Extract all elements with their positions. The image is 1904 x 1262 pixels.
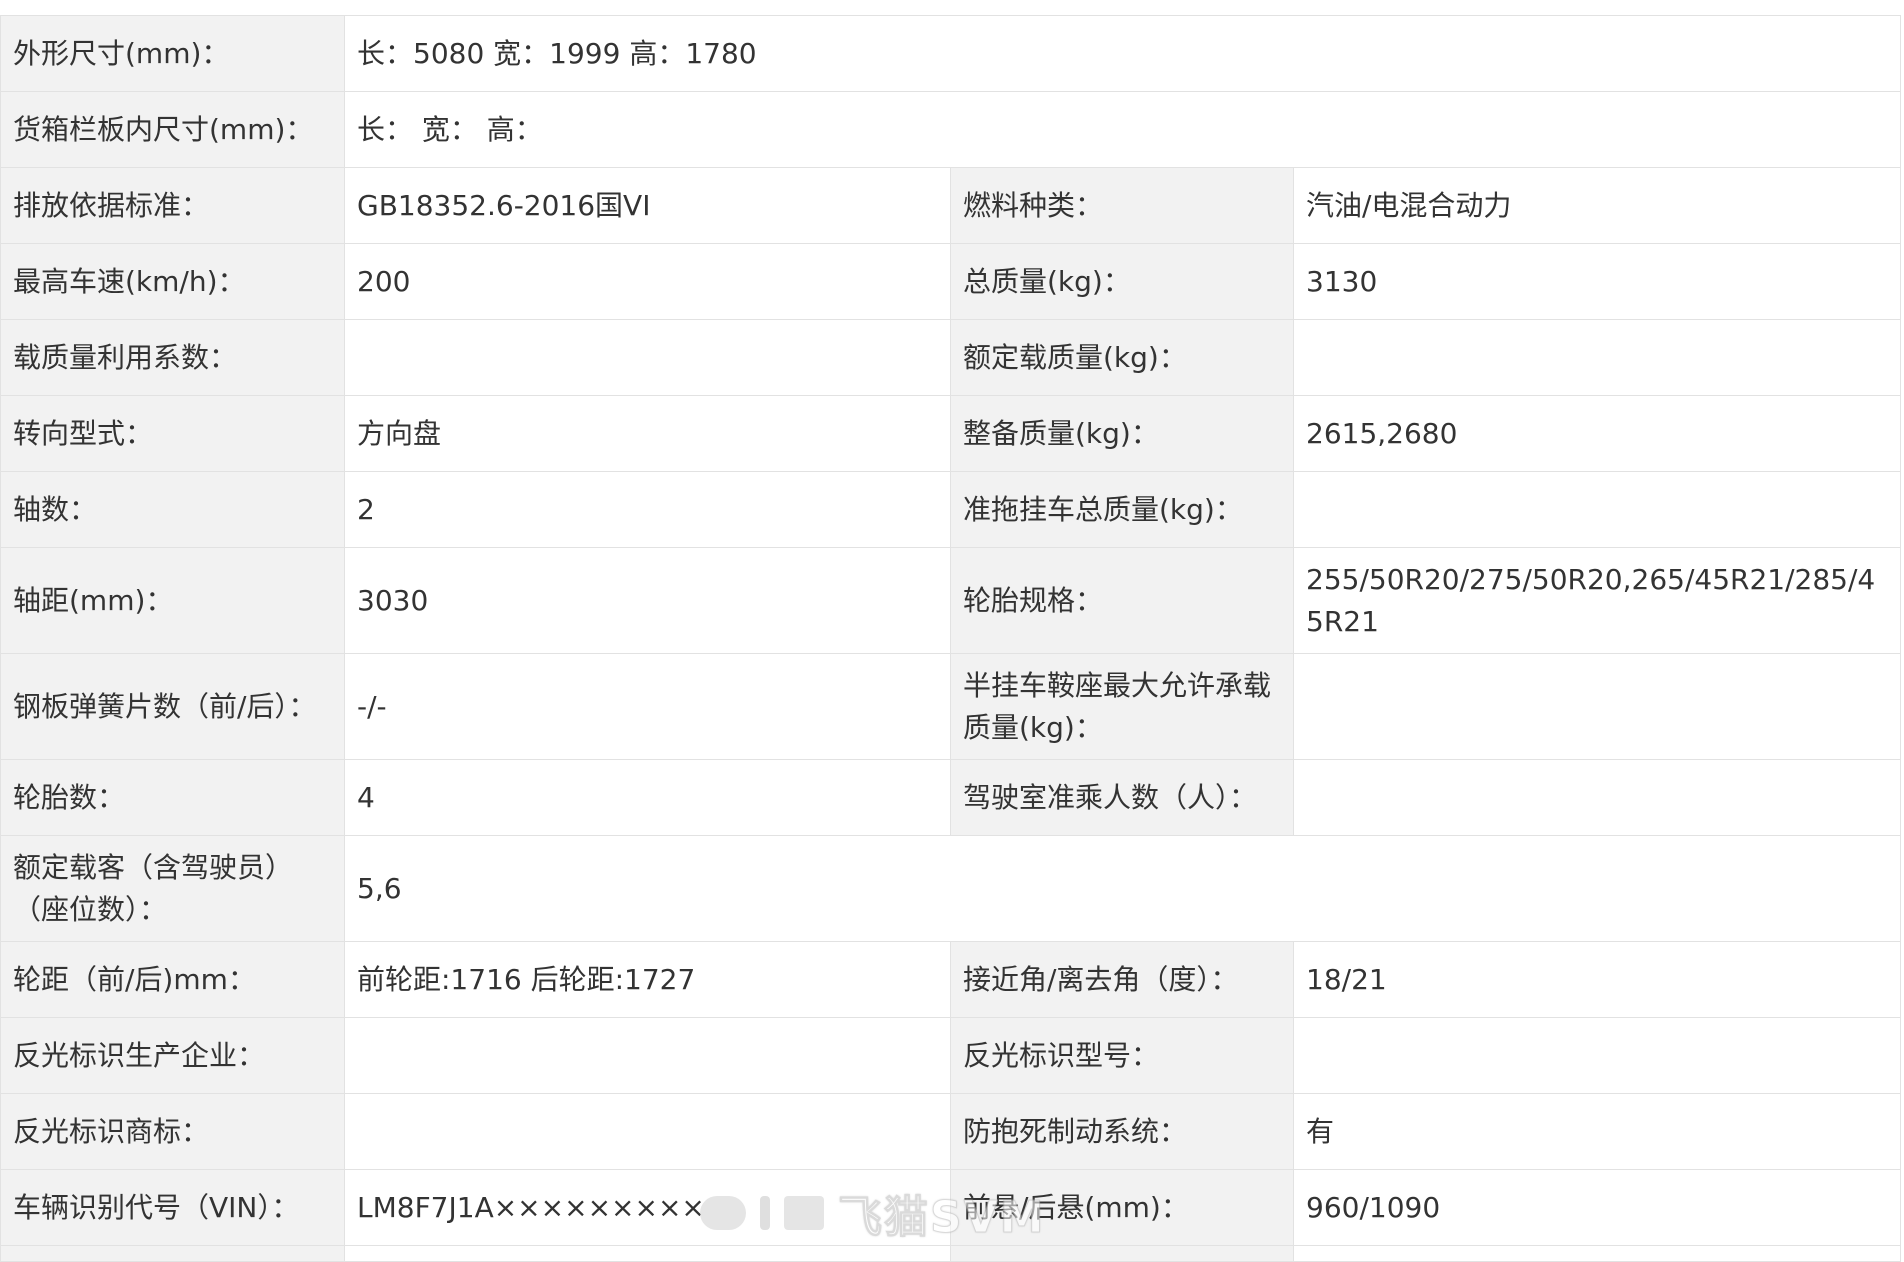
- table-row: 外形尺寸(mm)： 长：5080 宽：1999 高：1780: [0, 15, 1902, 92]
- table-row: 反光标识商标： 防抱死制动系统： 有: [0, 1093, 1902, 1170]
- spec-value-saddle-load: [1292, 653, 1902, 760]
- spec-label-fuel-type: 燃料种类：: [950, 167, 1294, 244]
- spec-value-overhang: 960/1090: [1292, 1169, 1902, 1246]
- spec-value-tire-spec: 255/50R20/275/50R20,265/45R21/285/45R21: [1292, 547, 1902, 654]
- spec-label-saddle-load: 半挂车鞍座最大允许承载质量(kg)：: [950, 653, 1294, 760]
- spec-value-steering-type: 方向盘: [344, 395, 951, 472]
- spec-label-tire-spec: 轮胎规格：: [950, 547, 1294, 654]
- spec-value-fuel-type: 汽油/电混合动力: [1292, 167, 1902, 244]
- table-row: 载质量利用系数： 额定载质量(kg)：: [0, 319, 1902, 396]
- spec-label-dimensions: 外形尺寸(mm)：: [0, 15, 345, 92]
- table-row: 钢板弹簧片数（前/后）： -/- 半挂车鞍座最大允许承载质量(kg)：: [0, 653, 1902, 760]
- table-row: 额定载客（含驾驶员）（座位数）： 5,6: [0, 835, 1902, 942]
- spec-value-reflector-model: [1292, 1017, 1902, 1094]
- table-row: 反光标识生产企业： 反光标识型号：: [0, 1017, 1902, 1094]
- spec-value-rated-passengers: 5,6: [343, 835, 1902, 942]
- spec-label-partial: [0, 1245, 345, 1262]
- spec-label-track-width: 轮距（前/后)mm：: [0, 941, 345, 1018]
- vehicle-spec-table: 外形尺寸(mm)： 长：5080 宽：1999 高：1780 货箱栏板内尺寸(m…: [0, 15, 1902, 1262]
- spec-label-tire-count: 轮胎数：: [0, 759, 345, 836]
- spec-value-partial: [1292, 1245, 1902, 1262]
- table-row: 货箱栏板内尺寸(mm)： 长： 宽： 高：: [0, 91, 1902, 168]
- spec-label-approach-departure-angle: 接近角/离去角（度）：: [950, 941, 1294, 1018]
- spec-label-partial: [950, 1245, 1294, 1262]
- table-row: 最高车速(km/h)： 200 总质量(kg)： 3130: [0, 243, 1902, 320]
- table-row-partial: [0, 1245, 1902, 1262]
- spec-label-vin: 车辆识别代号（VIN）：: [0, 1169, 345, 1246]
- spec-label-axle-count: 轴数：: [0, 471, 345, 548]
- spec-label-curb-mass: 整备质量(kg)：: [950, 395, 1294, 472]
- spec-label-max-speed: 最高车速(km/h)：: [0, 243, 345, 320]
- spec-value-axle-count: 2: [344, 471, 951, 548]
- table-row: 轮距（前/后)mm： 前轮距:1716 后轮距:1727 接近角/离去角（度）：…: [0, 941, 1902, 1018]
- table-row: 轮胎数： 4 驾驶室准乘人数（人）：: [0, 759, 1902, 836]
- spec-value-max-speed: 200: [344, 243, 951, 320]
- table-row: 轴距(mm)： 3030 轮胎规格： 255/50R20/275/50R20,2…: [0, 547, 1902, 654]
- spec-value-wheelbase: 3030: [344, 547, 951, 654]
- spec-value-reflector-manufacturer: [344, 1017, 951, 1094]
- spec-label-emission-standard: 排放依据标准：: [0, 167, 345, 244]
- spec-value-abs: 有: [1292, 1093, 1902, 1170]
- spec-label-load-utilization: 载质量利用系数：: [0, 319, 345, 396]
- spec-label-overhang: 前悬/后悬(mm)：: [950, 1169, 1294, 1246]
- spec-value-rated-load: [1292, 319, 1902, 396]
- spec-label-cab-occupants: 驾驶室准乘人数（人）：: [950, 759, 1294, 836]
- spec-value-cargo-box-size: 长： 宽： 高：: [343, 91, 1902, 168]
- spec-value-approach-departure-angle: 18/21: [1292, 941, 1902, 1018]
- table-row: 转向型式： 方向盘 整备质量(kg)： 2615,2680: [0, 395, 1902, 472]
- spec-value-load-utilization: [344, 319, 951, 396]
- spec-value-leaf-springs: -/-: [344, 653, 951, 760]
- spec-value-emission-standard: GB18352.6-2016国VI: [344, 167, 951, 244]
- spec-label-reflector-manufacturer: 反光标识生产企业：: [0, 1017, 345, 1094]
- spec-label-trailer-mass: 准拖挂车总质量(kg)：: [950, 471, 1294, 548]
- spec-value-cab-occupants: [1292, 759, 1902, 836]
- spec-value-vin: LM8F7J1A×××××××××: [344, 1169, 951, 1246]
- table-row: 车辆识别代号（VIN）： LM8F7J1A××××××××× 前悬/后悬(mm)…: [0, 1169, 1902, 1246]
- spec-label-steering-type: 转向型式：: [0, 395, 345, 472]
- spec-label-rated-passengers: 额定载客（含驾驶员）（座位数）：: [0, 835, 345, 942]
- table-row: 排放依据标准： GB18352.6-2016国VI 燃料种类： 汽油/电混合动力: [0, 167, 1902, 244]
- spec-label-reflector-model: 反光标识型号：: [950, 1017, 1294, 1094]
- spec-value-partial: [344, 1245, 951, 1262]
- spec-value-trailer-mass: [1292, 471, 1902, 548]
- spec-label-leaf-springs: 钢板弹簧片数（前/后）：: [0, 653, 345, 760]
- spec-value-gross-mass: 3130: [1292, 243, 1902, 320]
- spec-value-reflector-trademark: [344, 1093, 951, 1170]
- spec-label-wheelbase: 轴距(mm)：: [0, 547, 345, 654]
- spec-label-abs: 防抱死制动系统：: [950, 1093, 1294, 1170]
- spec-value-tire-count: 4: [344, 759, 951, 836]
- spec-value-curb-mass: 2615,2680: [1292, 395, 1902, 472]
- table-row: 轴数： 2 准拖挂车总质量(kg)：: [0, 471, 1902, 548]
- spec-value-dimensions: 长：5080 宽：1999 高：1780: [343, 15, 1902, 92]
- spec-label-cargo-box-size: 货箱栏板内尺寸(mm)：: [0, 91, 345, 168]
- spec-value-track-width: 前轮距:1716 后轮距:1727: [344, 941, 951, 1018]
- spec-label-reflector-trademark: 反光标识商标：: [0, 1093, 345, 1170]
- spec-label-rated-load: 额定载质量(kg)：: [950, 319, 1294, 396]
- spec-label-gross-mass: 总质量(kg)：: [950, 243, 1294, 320]
